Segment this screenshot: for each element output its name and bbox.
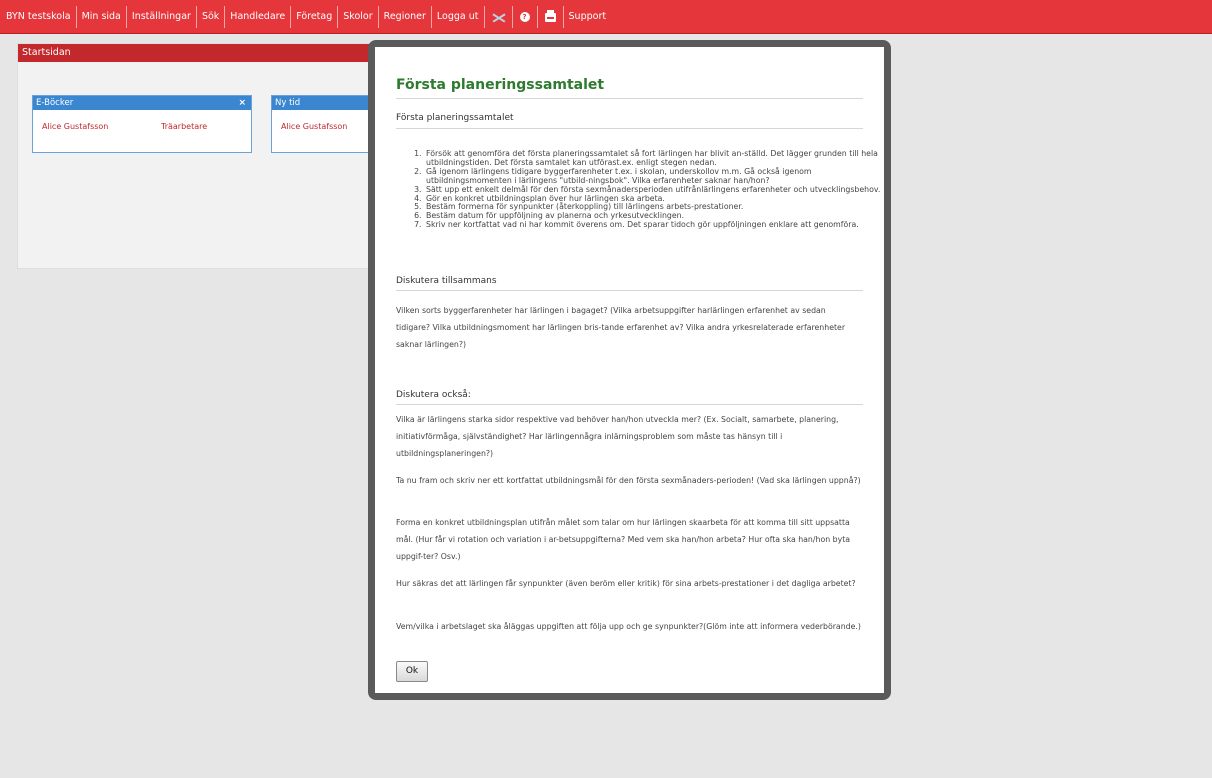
nav-search[interactable]: Sök xyxy=(195,6,224,28)
ebooks-widget: E-Böcker × Alice Gustafsson Träarbetare xyxy=(32,95,252,153)
close-icon[interactable]: × xyxy=(238,96,246,110)
ebooks-widget-title-text: E-Böcker xyxy=(36,98,74,108)
divider xyxy=(396,290,863,291)
new-time-student-link[interactable]: Alice Gustafsson xyxy=(281,122,347,131)
section-heading-discuss-together: Diskutera tillsammans xyxy=(396,276,497,286)
print-icon[interactable] xyxy=(536,6,563,28)
mail-icon[interactable] xyxy=(483,6,512,28)
divider xyxy=(396,128,863,129)
planning-dialog-content: Första planeringssamtalet Första planeri… xyxy=(375,47,884,693)
nav-my-page[interactable]: Min sida xyxy=(75,6,126,28)
list-item: Försök att genomföra det första planerin… xyxy=(424,149,884,168)
discuss-also-text-3: Forma en konkret utbildningsplan utifrån… xyxy=(396,518,851,561)
discuss-also-text-2: Ta nu fram och skriv ner ett kortfattat … xyxy=(396,476,861,485)
nav-support[interactable]: Support xyxy=(562,6,612,28)
steps-list: Försök att genomföra det första planerin… xyxy=(396,149,884,230)
ebooks-role-link[interactable]: Träarbetare xyxy=(161,122,207,131)
nav-logout[interactable]: Logga ut xyxy=(430,6,484,28)
discuss-also-text-1: Vilka är lärlingens starka sidor respekt… xyxy=(396,415,839,458)
new-time-widget: Ny tid Alice Gustafsson xyxy=(271,95,373,153)
ok-button[interactable]: Ok xyxy=(396,661,428,682)
ebooks-student-link[interactable]: Alice Gustafsson xyxy=(42,122,108,131)
discuss-also-text-4: Hur säkras det att lärlingen får synpunk… xyxy=(396,579,856,588)
dialog-title: Första planeringssamtalet xyxy=(396,77,605,93)
list-item: Gå igenom lärlingens tidigare byggerfare… xyxy=(424,167,884,186)
divider xyxy=(396,404,863,405)
nav-supervisors[interactable]: Handledare xyxy=(224,6,290,28)
nav-settings[interactable]: Inställningar xyxy=(125,6,196,28)
divider xyxy=(396,98,863,99)
help-icon[interactable]: ? xyxy=(511,6,537,28)
list-item: Skriv ner kortfattat vad ni har kommit ö… xyxy=(424,220,884,230)
nav-regions[interactable]: Regioner xyxy=(377,6,431,28)
nav-companies[interactable]: Företag xyxy=(290,6,337,28)
new-time-widget-title: Ny tid xyxy=(272,96,372,110)
top-navigation-bar: BYN testskola Min sida Inställningar Sök… xyxy=(0,0,1212,34)
section-heading-discuss-also: Diskutera också: xyxy=(396,390,471,400)
nav-school[interactable]: BYN testskola xyxy=(6,6,76,28)
ebooks-widget-title: E-Böcker × xyxy=(33,96,251,110)
discuss-together-text: Vilken sorts byggerfarenheter har lärlin… xyxy=(396,306,846,349)
section-heading-first-meeting: Första planeringssamtalet xyxy=(396,113,514,123)
discuss-also-text-5: Vem/vilka i arbetslaget ska åläggas uppg… xyxy=(396,622,861,631)
planning-dialog: Första planeringssamtalet Första planeri… xyxy=(368,40,891,700)
nav-schools[interactable]: Skolor xyxy=(337,6,377,28)
